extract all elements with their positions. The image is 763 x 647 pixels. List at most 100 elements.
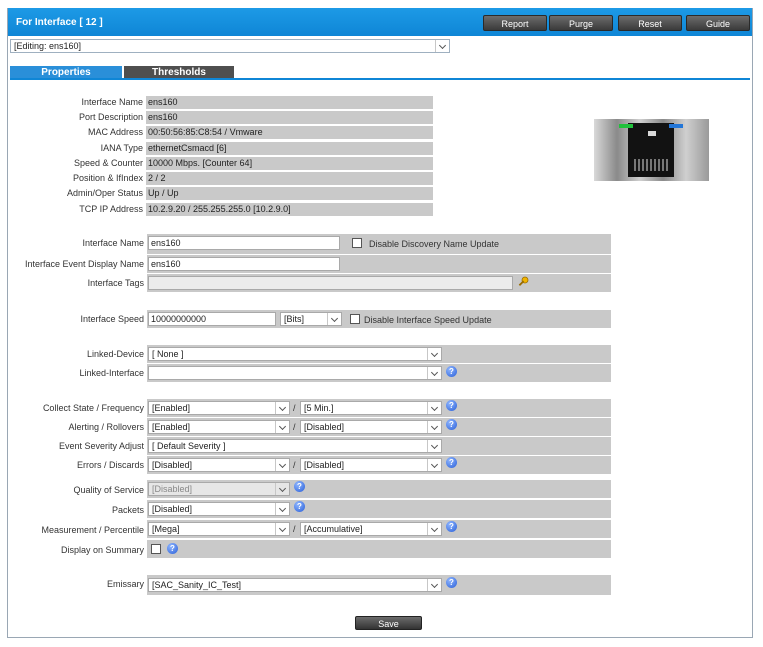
- key-icon[interactable]: [517, 276, 529, 288]
- info-label: Position & IfIndex: [72, 173, 143, 183]
- disable-speed-checkbox[interactable]: [350, 314, 360, 324]
- chevron-down-icon[interactable]: [427, 348, 441, 360]
- interface-tags-label: Interface Tags: [87, 278, 144, 288]
- help-icon[interactable]: ?: [294, 481, 305, 492]
- link-led-green: [619, 124, 633, 128]
- help-icon[interactable]: ?: [446, 366, 457, 377]
- severity-select[interactable]: [ Default Severity ]: [148, 439, 442, 453]
- measurement-select[interactable]: [Mega]: [148, 522, 290, 536]
- alerting-value: [Enabled]: [152, 422, 191, 432]
- help-icon[interactable]: ?: [446, 577, 457, 588]
- editing-select-value: [Editing: ens160]: [14, 41, 82, 51]
- chevron-down-icon[interactable]: [275, 459, 289, 471]
- linked-device-select[interactable]: [ None ]: [148, 347, 442, 361]
- display-summary-checkbox[interactable]: [151, 544, 161, 554]
- severity-label: Event Severity Adjust: [58, 441, 144, 451]
- info-value: ens160: [146, 111, 433, 124]
- interface-name-input[interactable]: ens160: [148, 236, 340, 250]
- info-label: Interface Name: [81, 97, 143, 107]
- speed-unit-select[interactable]: [Bits]: [280, 312, 342, 326]
- interface-name-label: Interface Name: [82, 238, 144, 248]
- save-button[interactable]: Save: [355, 616, 422, 630]
- packets-value: [Disabled]: [152, 504, 193, 514]
- help-icon[interactable]: ?: [446, 521, 457, 532]
- measurement-value: [Mega]: [152, 524, 180, 534]
- info-label: TCP IP Address: [79, 204, 143, 214]
- linked-interface-select[interactable]: [148, 366, 442, 380]
- help-icon[interactable]: ?: [294, 501, 305, 512]
- separator-slash: /: [293, 524, 296, 534]
- chevron-down-icon[interactable]: [427, 367, 441, 379]
- emissary-select[interactable]: [SAC_Sanity_IC_Test]: [148, 578, 442, 592]
- disable-discovery-label: Disable Discovery Name Update: [369, 239, 500, 249]
- chevron-down-icon[interactable]: [275, 523, 289, 535]
- emissary-value: [SAC_Sanity_IC_Test]: [152, 580, 242, 590]
- chevron-down-icon: [275, 483, 289, 495]
- percentile-select[interactable]: [Accumulative]: [300, 522, 442, 536]
- port-latch: [648, 131, 656, 136]
- info-value: ethernetCsmacd [6]: [146, 142, 433, 155]
- chevron-down-icon[interactable]: [427, 579, 441, 591]
- info-label: MAC Address: [87, 127, 143, 137]
- linked-device-label: Linked-Device: [86, 349, 144, 359]
- packets-select[interactable]: [Disabled]: [148, 502, 290, 516]
- interface-speed-input[interactable]: 10000000000: [148, 312, 276, 326]
- network-port-image: [594, 119, 709, 181]
- packets-label: Packets: [111, 505, 144, 515]
- info-value: 10000 Mbps. [Counter 64]: [146, 157, 433, 170]
- rollovers-select[interactable]: [Disabled]: [300, 420, 442, 434]
- help-icon[interactable]: ?: [446, 400, 457, 411]
- percentile-value: [Accumulative]: [304, 524, 363, 534]
- disable-discovery-checkbox[interactable]: [352, 238, 362, 248]
- rollovers-value: [Disabled]: [304, 422, 345, 432]
- chevron-down-icon[interactable]: [275, 503, 289, 515]
- qos-label: Quality of Service: [73, 485, 144, 495]
- interface-tags-input[interactable]: [148, 276, 513, 290]
- interface-speed-label: Interface Speed: [80, 314, 144, 324]
- alerting-select[interactable]: [Enabled]: [148, 420, 290, 434]
- collect-state-label: Collect State / Frequency: [42, 403, 144, 413]
- row-bg: [147, 540, 611, 558]
- info-value: 00:50:56:85:C8:54 / Vmware: [146, 126, 433, 139]
- collect-frequency-select[interactable]: [5 Min.]: [300, 401, 442, 415]
- emissary-label: Emissary: [106, 579, 144, 589]
- chevron-down-icon[interactable]: [427, 402, 441, 414]
- info-value: Up / Up: [146, 187, 433, 200]
- tabs-underline: [10, 78, 750, 80]
- discards-value: [Disabled]: [304, 460, 345, 470]
- info-label: IANA Type: [100, 143, 143, 153]
- chevron-down-icon[interactable]: [275, 402, 289, 414]
- alerting-label: Alerting / Rollovers: [68, 422, 144, 432]
- help-icon[interactable]: ?: [167, 543, 178, 554]
- measurement-label: Measurement / Percentile: [41, 525, 144, 535]
- separator-slash: /: [293, 422, 296, 432]
- chevron-down-icon[interactable]: [327, 313, 341, 325]
- discards-select[interactable]: [Disabled]: [300, 458, 442, 472]
- chevron-down-icon[interactable]: [275, 421, 289, 433]
- help-icon[interactable]: ?: [446, 457, 457, 468]
- disable-speed-label: Disable Interface Speed Update: [364, 315, 492, 325]
- speed-unit-value: [Bits]: [284, 314, 305, 324]
- errors-value: [Disabled]: [152, 460, 193, 470]
- event-display-name-label: Interface Event Display Name: [24, 259, 144, 269]
- editing-select[interactable]: [Editing: ens160]: [10, 39, 450, 53]
- display-summary-label: Display on Summary: [60, 545, 144, 555]
- errors-select[interactable]: [Disabled]: [148, 458, 290, 472]
- collect-state-select[interactable]: [Enabled]: [148, 401, 290, 415]
- info-value: 2 / 2: [146, 172, 433, 185]
- info-value: 10.2.9.20 / 255.255.255.0 [10.2.9.0]: [146, 203, 433, 216]
- linked-interface-label: Linked-Interface: [79, 368, 144, 378]
- chevron-down-icon[interactable]: [427, 523, 441, 535]
- qos-select: [Disabled]: [148, 482, 290, 496]
- qos-value: [Disabled]: [152, 484, 193, 494]
- help-icon[interactable]: ?: [446, 419, 457, 430]
- collect-frequency-value: [5 Min.]: [304, 403, 334, 413]
- event-display-name-input[interactable]: ens160: [148, 257, 340, 271]
- port-pins: [634, 159, 668, 171]
- chevron-down-icon[interactable]: [427, 421, 441, 433]
- collect-state-value: [Enabled]: [152, 403, 191, 413]
- chevron-down-icon[interactable]: [435, 40, 449, 52]
- chevron-down-icon[interactable]: [427, 440, 441, 452]
- chevron-down-icon[interactable]: [427, 459, 441, 471]
- info-value: ens160: [146, 96, 433, 109]
